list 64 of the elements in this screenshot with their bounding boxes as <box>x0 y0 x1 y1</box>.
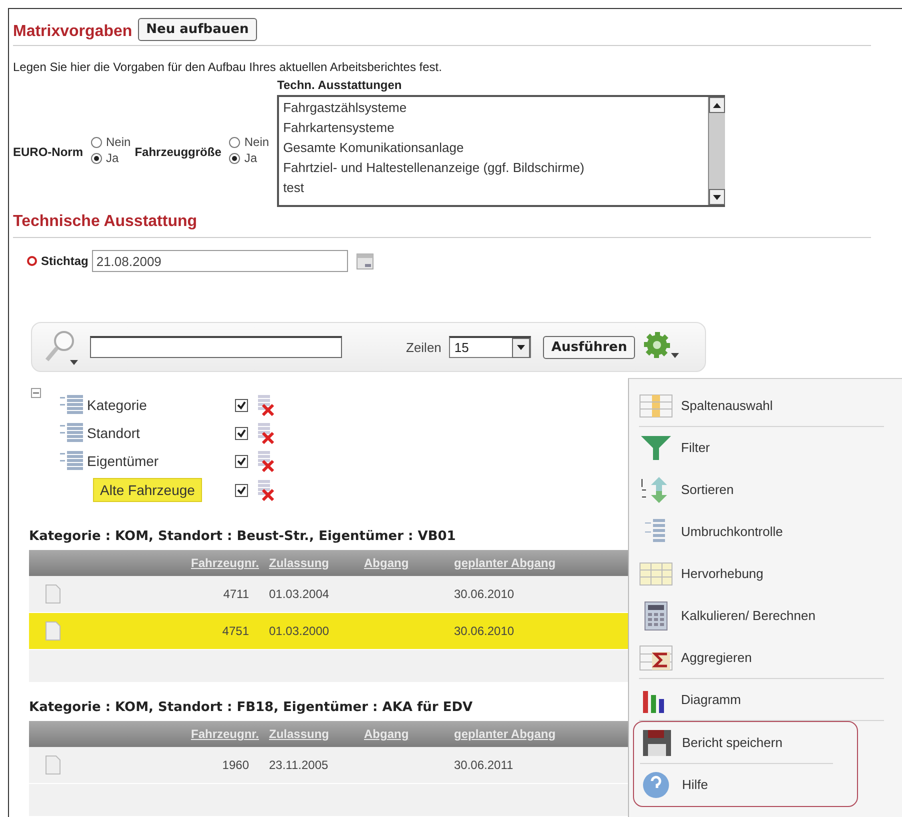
field-icon <box>59 422 85 444</box>
checkbox[interactable] <box>235 484 248 496</box>
search-field[interactable] <box>90 336 342 358</box>
table-cell-text: 01.03.2004 <box>268 587 330 601</box>
list-label: Techn. Ausstattungen <box>277 78 403 92</box>
table-row[interactable]: 1960 23.11.2005 30.06.2011 <box>29 747 629 784</box>
tree-item[interactable]: Standort <box>85 425 142 441</box>
arrow-down-icon[interactable] <box>713 194 722 200</box>
group-heading: Kategorie : KOM, Standort : Beust-Str., Eigentümer : VB01 <box>29 529 456 544</box>
rows-label: Zeilen <box>406 340 442 354</box>
checkbox[interactable] <box>235 426 248 440</box>
table-cell-text: 30.06.2010 <box>453 587 516 601</box>
field-label: EURO-Norm <box>13 145 84 159</box>
menu-item[interactable]: Aggregieren <box>639 637 884 679</box>
table-cell-text: 30.06.2011 <box>453 758 514 772</box>
menu-item[interactable]: Hilfe <box>640 764 833 806</box>
radio-option[interactable]: Nein <box>229 135 270 149</box>
radio-option[interactable]: Nein <box>91 135 131 149</box>
menu-item[interactable]: Hervorhebung <box>639 553 884 595</box>
caret-icon[interactable] <box>517 345 526 350</box>
date-field[interactable]: 21.08.2009 <box>92 250 348 272</box>
table-cell-text: 01.03.2000 <box>268 624 330 638</box>
radio-option[interactable]: Ja <box>229 151 270 165</box>
group-heading: Kategorie : KOM, Standort : FB18, Eigentümer : AKA für EDV <box>29 700 473 715</box>
scrollbar[interactable] <box>708 97 726 205</box>
menu-item[interactable]: Bericht speichern <box>640 722 833 764</box>
table-cell-text: 4751 <box>221 624 250 638</box>
tree-item[interactable]: Kategorie <box>85 397 149 413</box>
menu-item[interactable]: Diagramm <box>639 679 884 721</box>
section-title: Matrixvorgaben <box>13 23 132 41</box>
sum-icon <box>639 642 673 672</box>
tree-item[interactable]: Eigentümer <box>85 453 161 469</box>
rebuild-button[interactable]: Neu aufbauen <box>138 18 257 41</box>
field-icon <box>59 394 85 416</box>
table-cell-text: 1960 <box>221 758 250 772</box>
equipment-list[interactable]: Fahrgastzählsysteme Fahrkartensysteme Gesamte Komunikationsanlage Fahrtziel- und Haltestellenanzeige (ggf. Bildschirme) test <box>277 95 726 207</box>
radio-option[interactable]: Ja <box>91 151 131 165</box>
calendar-icon[interactable] <box>356 252 374 270</box>
save-icon <box>640 728 674 758</box>
field-label: Stichtag <box>41 254 88 268</box>
collapse-icon[interactable] <box>31 388 41 398</box>
table-cell-text: 4711 <box>222 587 250 601</box>
table-row[interactable]: 4711 01.03.2004 30.06.2010 <box>29 576 629 613</box>
menu-item[interactable]: Kalkulieren/ Berechnen <box>639 595 884 637</box>
description-text: Legen Sie hier die Vorgaben für den Aufbau Ihres aktuellen Arbeitsberichtes fest. <box>13 60 443 74</box>
document-icon <box>45 755 61 775</box>
checkbox[interactable] <box>235 398 248 412</box>
document-icon <box>45 621 61 641</box>
document-icon <box>45 584 61 604</box>
arrow-up-icon[interactable] <box>713 102 722 108</box>
table-cell-text: 23.11.2005 <box>268 758 330 772</box>
section-title: Technische Ausstattung <box>13 213 198 231</box>
table-row[interactable]: 4751 01.03.2000 30.06.2010 <box>29 613 629 650</box>
field-icon <box>59 450 85 472</box>
field-label: Fahrzeuggröße <box>134 145 222 159</box>
table-cell-text: 30.06.2010 <box>453 624 516 638</box>
menu-item[interactable]: Sortieren <box>639 469 884 511</box>
menu-item[interactable]: Umbruchkontrolle <box>639 511 884 553</box>
menu-item[interactable]: Filter <box>639 427 884 469</box>
menu-item[interactable]: Spaltenauswahl <box>639 385 884 427</box>
tree-item[interactable]: Alte Fahrzeuge <box>93 478 202 502</box>
checkbox[interactable] <box>235 454 248 468</box>
rows-select[interactable]: 15 <box>449 336 532 358</box>
run-button[interactable]: Ausführen <box>543 336 636 358</box>
